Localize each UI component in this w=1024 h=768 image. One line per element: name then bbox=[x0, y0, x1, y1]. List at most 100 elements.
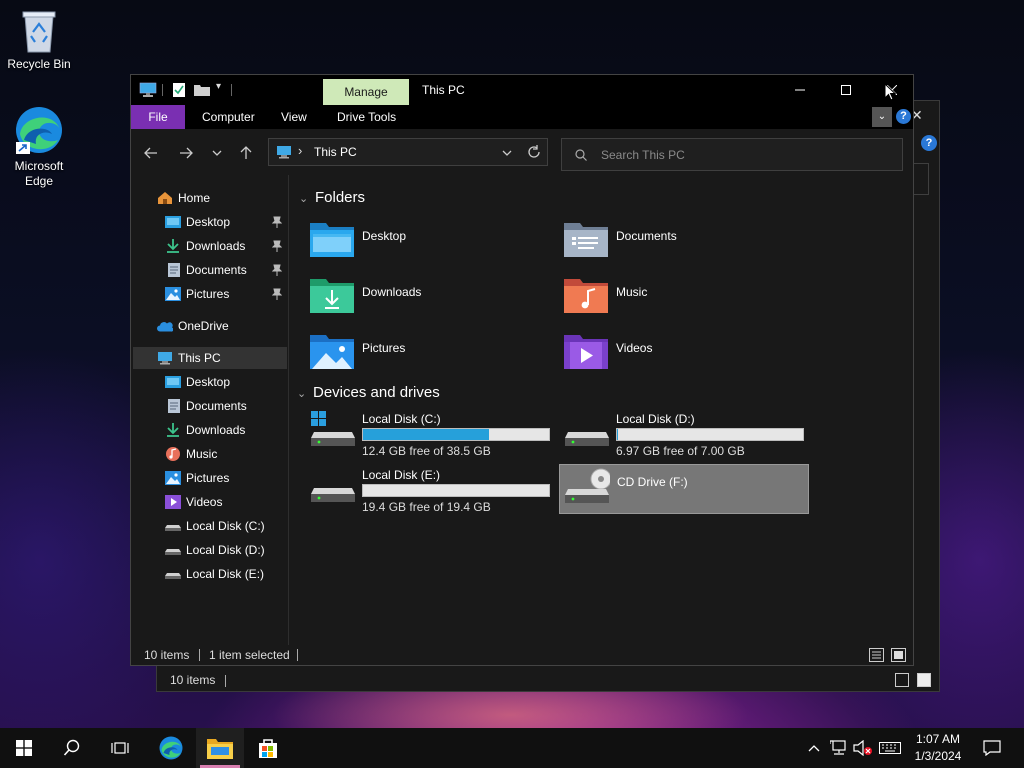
sidebar-item-label: Local Disk (C:) bbox=[186, 519, 265, 533]
drive-tile-local-disk-e[interactable]: Local Disk (E:) 19.4 GB free of 19.4 GB bbox=[310, 464, 560, 514]
drive-free-space: 19.4 GB free of 19.4 GB bbox=[362, 500, 491, 514]
start-button[interactable] bbox=[0, 728, 48, 768]
tab-drive-tools[interactable]: Drive Tools bbox=[323, 105, 410, 129]
folder-tile-label: Desktop bbox=[362, 229, 407, 243]
drive-tile-local-disk-d[interactable]: Local Disk (D:) 6.97 GB free of 7.00 GB bbox=[564, 408, 814, 458]
tab-computer[interactable]: Computer bbox=[188, 105, 269, 129]
sidebar-item-this-pc[interactable]: This PC bbox=[133, 347, 287, 369]
show-hidden-icons-button[interactable] bbox=[804, 728, 824, 768]
desktop-icon-recycle-bin[interactable]: Recycle Bin bbox=[1, 8, 77, 72]
sidebar-item-local-disk-e[interactable]: Local Disk (E:) bbox=[131, 563, 287, 585]
sidebar-item-local-disk-d[interactable]: Local Disk (D:) bbox=[131, 539, 287, 561]
recent-locations-button[interactable] bbox=[205, 141, 229, 165]
folder-tile-pictures[interactable]: Pictures bbox=[310, 331, 560, 379]
minimize-button[interactable] bbox=[777, 75, 823, 105]
refresh-icon[interactable] bbox=[527, 145, 541, 159]
folder-tile-desktop[interactable]: Desktop bbox=[310, 219, 560, 267]
downloads-icon bbox=[167, 239, 179, 253]
folder-tile-music[interactable]: Music bbox=[564, 275, 814, 323]
this-pc-icon bbox=[158, 352, 172, 365]
volume-button[interactable] bbox=[852, 728, 874, 768]
sidebar-item-desktop[interactable]: Desktop bbox=[131, 371, 287, 393]
chevron-down-icon[interactable] bbox=[502, 150, 512, 156]
sidebar-item-label: Local Disk (D:) bbox=[186, 543, 265, 557]
network-button[interactable] bbox=[828, 728, 850, 768]
folder-tile-label: Downloads bbox=[362, 285, 422, 299]
task-view-button[interactable] bbox=[96, 728, 144, 768]
sidebar-item-videos[interactable]: Videos bbox=[131, 491, 287, 513]
sidebar-item-downloads-quick[interactable]: Downloads bbox=[131, 235, 287, 257]
videos-icon bbox=[165, 495, 181, 509]
taskbar-edge[interactable] bbox=[147, 728, 195, 768]
folder-tile-downloads[interactable]: Downloads bbox=[310, 275, 560, 323]
drive-tile-cd-drive-f[interactable]: CD Drive (F:) bbox=[559, 464, 809, 514]
sidebar-item-music[interactable]: Music bbox=[131, 443, 287, 465]
folder-tile-videos[interactable]: Videos bbox=[564, 331, 814, 379]
group-header-label: Folders bbox=[315, 189, 366, 206]
group-header-folders[interactable]: ⌄ Folders bbox=[299, 189, 365, 206]
pictures-icon bbox=[310, 335, 354, 369]
desktop-icon-edge[interactable]: Microsoft Edge bbox=[1, 104, 77, 189]
desktop-folder-icon bbox=[165, 216, 181, 228]
qat-separator bbox=[231, 84, 232, 96]
search-button[interactable] bbox=[48, 728, 96, 768]
taskbar-store[interactable] bbox=[244, 728, 292, 768]
search-icon bbox=[575, 149, 587, 161]
videos-icon bbox=[564, 335, 608, 369]
address-bar[interactable]: › This PC bbox=[268, 138, 548, 166]
clock[interactable]: 1:07 AM 1/3/2024 bbox=[902, 731, 974, 765]
sidebar-item-label: Desktop bbox=[186, 215, 231, 229]
expand-ribbon-button[interactable]: ⌄ bbox=[872, 107, 892, 127]
back-button[interactable] bbox=[139, 141, 163, 165]
details-view-icon[interactable] bbox=[869, 648, 884, 662]
pin-icon[interactable] bbox=[272, 264, 282, 276]
forward-button[interactable] bbox=[174, 141, 198, 165]
pin-icon[interactable] bbox=[272, 288, 282, 300]
large-icons-view-icon[interactable] bbox=[891, 648, 906, 662]
tab-manage[interactable]: Manage bbox=[323, 79, 409, 105]
drive-tile-local-disk-c[interactable]: Local Disk (C:) 12.4 GB free of 38.5 GB bbox=[310, 408, 560, 458]
file-explorer-window[interactable]: ▾ Manage This PC File Computer View Driv… bbox=[130, 74, 914, 666]
qat-dropdown-icon[interactable]: ▾ bbox=[216, 81, 221, 92]
sidebar-item-label: Documents bbox=[186, 263, 247, 277]
sidebar-item-documents[interactable]: Documents bbox=[131, 395, 287, 417]
folder-tile-label: Documents bbox=[616, 229, 677, 243]
drive-icon bbox=[165, 549, 181, 555]
help-icon[interactable]: ? bbox=[921, 135, 937, 151]
chevron-up-icon bbox=[808, 745, 820, 752]
search-input[interactable]: Search This PC bbox=[561, 138, 903, 171]
properties-icon[interactable] bbox=[172, 82, 186, 98]
sidebar-item-pictures[interactable]: Pictures bbox=[131, 467, 287, 489]
chevron-down-icon: ⌄ bbox=[297, 388, 307, 400]
help-icon[interactable]: ? bbox=[896, 109, 911, 124]
tab-view[interactable]: View bbox=[267, 105, 321, 129]
pin-icon[interactable] bbox=[272, 240, 282, 252]
sidebar-item-pictures-quick[interactable]: Pictures bbox=[131, 283, 287, 305]
input-keyboard-button[interactable] bbox=[877, 728, 903, 768]
details-view-icon[interactable] bbox=[895, 673, 909, 687]
sidebar-item-onedrive[interactable]: OneDrive bbox=[131, 315, 287, 337]
pin-icon[interactable] bbox=[272, 216, 282, 228]
ribbon-tabs: File Computer View Drive Tools ⌄ ? bbox=[131, 105, 913, 129]
folder-tile-documents[interactable]: Documents bbox=[564, 219, 814, 267]
up-arrow-icon bbox=[240, 146, 252, 159]
cd-drive-icon bbox=[565, 468, 610, 503]
taskbar-file-explorer[interactable] bbox=[196, 728, 244, 768]
sidebar-item-documents-quick[interactable]: Documents bbox=[131, 259, 287, 281]
drive-icon bbox=[165, 525, 181, 531]
new-folder-icon[interactable] bbox=[194, 83, 210, 96]
tiles-view-icon[interactable] bbox=[917, 673, 931, 687]
maximize-button[interactable] bbox=[823, 75, 869, 105]
sidebar-item-downloads[interactable]: Downloads bbox=[131, 419, 287, 441]
notification-center-button[interactable] bbox=[978, 728, 1006, 768]
title-bar[interactable]: ▾ Manage This PC bbox=[131, 75, 913, 105]
breadcrumb-this-pc[interactable]: This PC bbox=[314, 145, 357, 159]
chevron-down-icon: ⌄ bbox=[299, 193, 309, 205]
sidebar-item-desktop-quick[interactable]: Desktop bbox=[131, 211, 287, 233]
tab-file[interactable]: File bbox=[131, 105, 185, 129]
group-header-devices-and-drives[interactable]: ⌄ Devices and drives bbox=[297, 384, 440, 401]
sidebar-item-local-disk-c[interactable]: Local Disk (C:) bbox=[131, 515, 287, 537]
drive-name: Local Disk (D:) bbox=[616, 412, 695, 426]
sidebar-item-home[interactable]: Home bbox=[131, 187, 287, 209]
up-button[interactable] bbox=[234, 141, 258, 165]
